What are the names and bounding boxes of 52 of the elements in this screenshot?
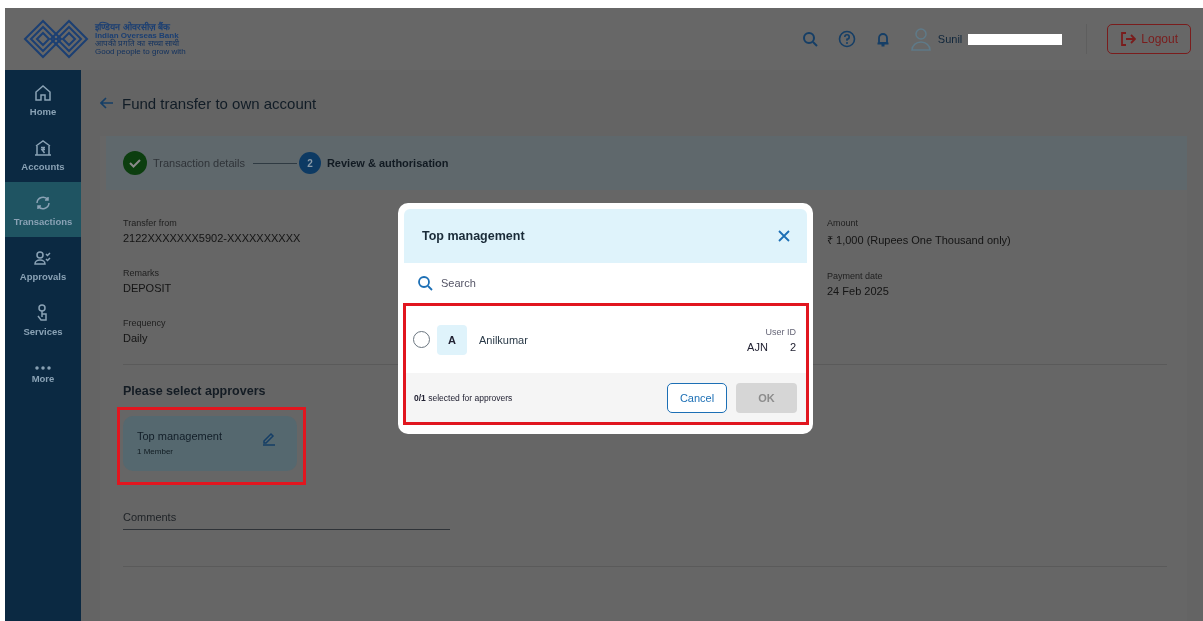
sidebar-item[interactable]: Services (5, 292, 81, 347)
edit-icon[interactable] (261, 430, 277, 446)
search-field[interactable]: Search (441, 275, 531, 291)
field-label: Frequency (123, 318, 166, 328)
member-initial: A (437, 324, 467, 355)
help-icon[interactable] (837, 30, 856, 48)
step-complete-icon (123, 151, 147, 175)
bank-logo-icon (23, 17, 89, 61)
user-id-label: User ID (765, 326, 796, 337)
sidebar-item[interactable]: Home (5, 72, 81, 127)
back-arrow-icon[interactable] (100, 97, 114, 109)
logout-icon (1120, 32, 1137, 46)
user-id-suffix: 2 (789, 340, 796, 353)
more-dots-icon (33, 365, 53, 370)
user-avatar-icon (909, 27, 932, 51)
user-name: Sunil (937, 33, 963, 45)
search-icon (417, 275, 433, 291)
cancel-button[interactable]: Cancel (667, 382, 727, 413)
field-label: Amount (827, 218, 859, 228)
close-icon[interactable] (778, 230, 790, 242)
bank-name: Indian Overseas Bank (95, 31, 180, 40)
bank-name-hindi: इण्डियन ओवरसीज़ बैंक (95, 22, 172, 32)
dialog-title: Top management (422, 229, 525, 243)
selection-count: 0/1 selected for approvers (414, 392, 514, 403)
tagline: Good people to grow with (95, 47, 186, 56)
field-label: Remarks (123, 268, 159, 278)
field-label: Transfer from (123, 218, 177, 228)
sidebar-item[interactable]: More (5, 347, 81, 402)
sidebar-item[interactable]: Transactions (5, 182, 81, 237)
field-value: DEPOSIT (123, 282, 172, 294)
sidebar-item[interactable]: Accounts (5, 127, 81, 182)
field-value: 2122XXXXXXX5902-XXXXXXXXXX (123, 232, 301, 244)
bell-icon[interactable] (875, 31, 890, 47)
user-id-prefix: AJN (747, 340, 768, 353)
approver-group-card[interactable]: Top management 1 Member (123, 416, 297, 471)
member-count: 1 Member (137, 447, 174, 456)
page-title: Fund transfer to own account (122, 94, 317, 112)
step-number: 2 (298, 152, 321, 174)
field-value: ₹ 1,000 (Rupees One Thousand only) (827, 233, 1011, 247)
bank-icon (33, 137, 53, 158)
field-label: Payment date (827, 271, 883, 281)
tagline-hindi: आपकी प्रगति का सच्चा साथी (95, 39, 180, 48)
sidebar-item[interactable]: Approvals (5, 237, 81, 292)
member-name: Anilkumar (479, 333, 529, 346)
field-value: 24 Feb 2025 (827, 285, 889, 297)
comments-field[interactable]: Comments (123, 511, 450, 530)
field-value: Daily (123, 332, 148, 344)
step-label: Review & authorisation (326, 157, 449, 169)
home-icon (33, 82, 53, 103)
search-icon[interactable] (801, 31, 818, 47)
section-heading: Please select approvers (123, 384, 266, 398)
group-name: Top management (137, 430, 222, 442)
